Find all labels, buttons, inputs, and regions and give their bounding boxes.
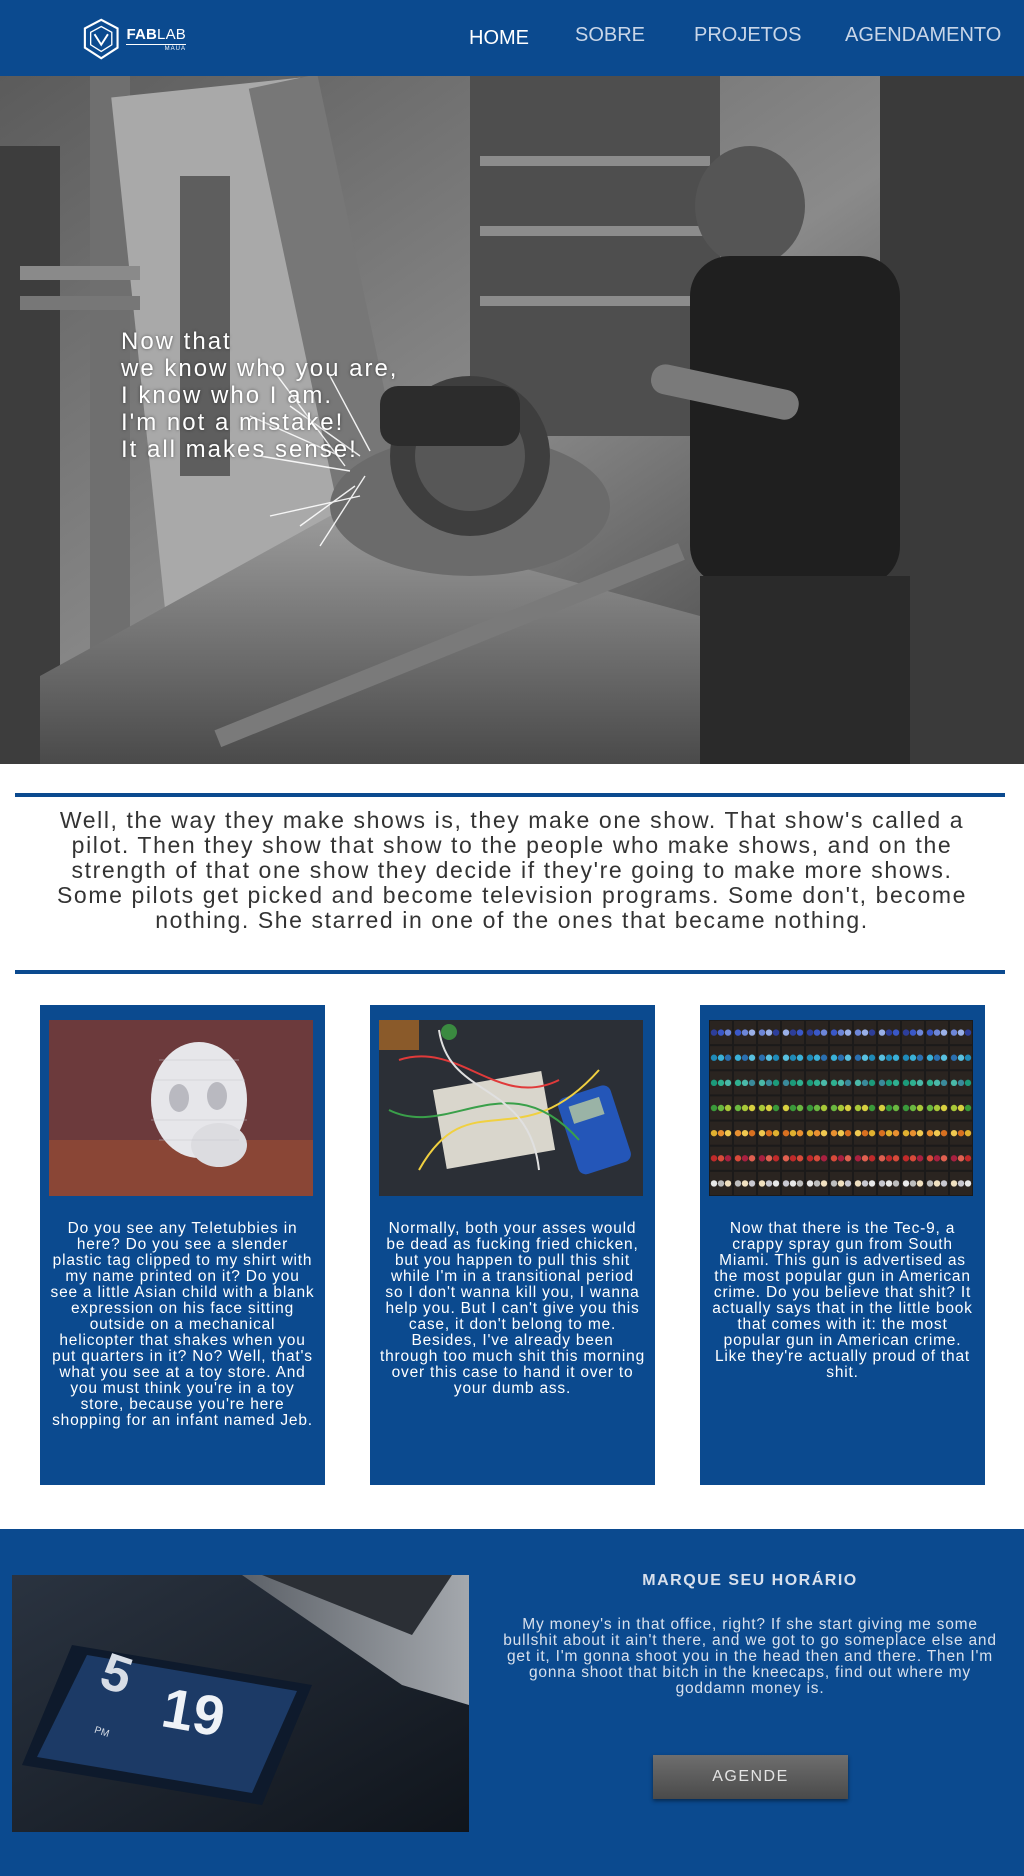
nav-projetos[interactable]: PROJETOS — [694, 24, 801, 47]
skull-print-image — [49, 1020, 313, 1196]
agende-button[interactable]: AGENDE — [653, 1755, 848, 1799]
hero-quote-line: It all makes sense! — [121, 436, 358, 463]
booking-paragraph: My money's in that office, right? If she… — [503, 1616, 997, 1697]
hero-quote: Now that we know who you are, I know who… — [121, 328, 398, 463]
phone-clock-image: 5 PM 19 — [12, 1575, 469, 1832]
project-card[interactable]: Do you see any Teletubbies in here? Do y… — [40, 1005, 325, 1485]
booking-section: 5 PM 19 MARQUE SEU HORÁRIO My money's in… — [0, 1529, 1024, 1876]
spools-image — [709, 1020, 973, 1196]
fablab-logo[interactable]: FABLAB MAUA — [82, 16, 186, 62]
card-description: Do you see any Teletubbies in here? Do y… — [50, 1220, 315, 1429]
logo-subtitle: MAUA — [126, 43, 186, 52]
hero-quote-line: I'm not a mistake! — [121, 409, 345, 436]
card-description: Now that there is the Tec-9, a crappy sp… — [712, 1220, 973, 1381]
project-card[interactable]: Now that there is the Tec-9, a crappy sp… — [700, 1005, 985, 1485]
phone-minute: 19 — [157, 1676, 229, 1749]
intro-bottom-divider — [15, 970, 1005, 974]
project-card[interactable]: Normally, both your asses would be dead … — [370, 1005, 655, 1485]
intro-top-divider — [15, 793, 1005, 797]
fablab-shield-icon — [83, 18, 119, 60]
hero-quote-line: we know who you are, — [121, 355, 399, 382]
top-navbar: FABLAB MAUA HOME SOBRE PROJETOS AGENDAME… — [0, 0, 1024, 76]
booking-title: MARQUE SEU HORÁRIO — [642, 1572, 858, 1589]
hero-quote-line: I know who I am. — [121, 382, 334, 409]
nav-agendamento[interactable]: AGENDAMENTO — [845, 24, 1001, 47]
logo-main-bold: FAB — [126, 25, 158, 43]
card-description: Normally, both your asses would be dead … — [380, 1220, 645, 1397]
electronics-image — [379, 1020, 643, 1196]
hero-banner: Now that we know who you are, I know who… — [0, 76, 1024, 764]
nav-sobre[interactable]: SOBRE — [575, 24, 645, 47]
logo-main-light: LAB — [157, 25, 186, 43]
nav-home[interactable]: HOME — [469, 27, 529, 50]
intro-paragraph: Well, the way they make shows is, they m… — [56, 807, 967, 933]
hero-quote-line: Now that — [121, 328, 232, 355]
